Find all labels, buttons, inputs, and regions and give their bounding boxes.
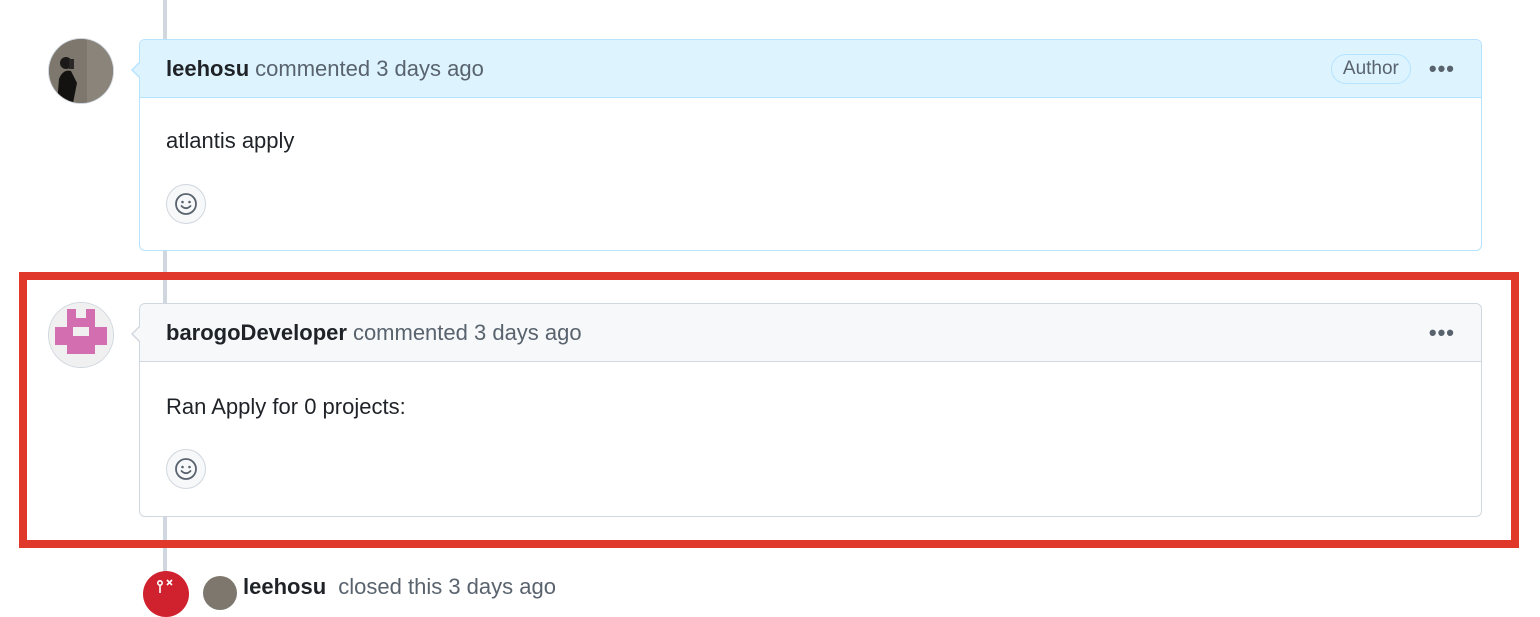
smiley-icon — [175, 193, 197, 215]
avatar-leehosu[interactable] — [49, 39, 113, 103]
comment-author-link[interactable]: leehosu — [166, 56, 249, 82]
timeline-event-closed: leehosu closed this 3 days ago — [143, 571, 556, 617]
add-reaction-button[interactable] — [166, 184, 206, 224]
event-author-link[interactable]: leehosu — [243, 574, 326, 599]
comment-timestamp[interactable]: commented 3 days ago — [255, 56, 484, 82]
event-text: leehosu closed this 3 days ago — [243, 574, 556, 600]
comment-leehosu: leehosu commented 3 days ago Author ••• … — [131, 39, 1482, 251]
event-description[interactable]: closed this 3 days ago — [338, 574, 556, 599]
highlight-annotation-box — [19, 272, 1519, 548]
kebab-horizontal-icon[interactable]: ••• — [1429, 57, 1455, 80]
avatar-photo-image — [49, 39, 113, 103]
comment-body: atlantis apply — [166, 128, 295, 153]
git-pull-request-closed-icon — [143, 571, 189, 617]
comment-header: leehosu commented 3 days ago Author ••• — [140, 40, 1481, 98]
avatar-leehosu-small[interactable] — [203, 576, 237, 610]
author-badge: Author — [1330, 53, 1411, 84]
